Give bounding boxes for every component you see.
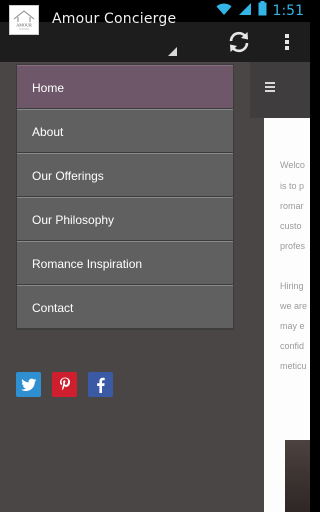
signal-icon (238, 2, 252, 21)
drawer-item-home[interactable]: Home (17, 65, 233, 109)
refresh-icon (229, 31, 249, 53)
pinterest-icon (59, 377, 70, 390)
hamburger-menu-icon[interactable] (265, 82, 275, 94)
page-text-line: is to p (280, 181, 305, 191)
app-logo[interactable]: AMOUR (9, 5, 39, 35)
page-text-line: may e (280, 321, 305, 331)
page-text-line: custo (280, 221, 302, 231)
drawer-item-about[interactable]: About (17, 109, 233, 153)
drawer-item-contact[interactable]: Contact (17, 285, 233, 329)
page-header (250, 62, 310, 118)
page-text-line: confid (280, 341, 305, 351)
app-title[interactable]: Amour Concierge (52, 11, 176, 27)
page-text-line: Welco (280, 160, 305, 170)
drawer-item-romance-inspiration[interactable]: Romance Inspiration (17, 241, 233, 285)
facebook-button[interactable] (88, 372, 113, 397)
content-photo (285, 440, 310, 512)
page-text-line: romar (280, 201, 304, 211)
pinterest-button[interactable] (52, 372, 77, 397)
page-text-line: meticu (280, 361, 307, 371)
overflow-menu-button[interactable] (279, 30, 295, 54)
drawer-item-our-offerings[interactable]: Our Offerings (17, 153, 233, 197)
twitter-icon (20, 378, 36, 391)
drawer-menu: Home About Our Offerings Our Philosophy … (16, 64, 234, 330)
status-icons: 1:51 (216, 0, 304, 22)
wifi-icon (216, 2, 232, 21)
logo-text: AMOUR (16, 23, 32, 28)
battery-icon (258, 1, 267, 21)
more-vert-icon (285, 34, 289, 50)
refresh-button[interactable] (226, 29, 252, 55)
clock: 1:51 (272, 3, 304, 19)
page-text-line: we are (280, 301, 308, 311)
spinner-indicator-icon (168, 47, 177, 56)
social-links (16, 372, 113, 397)
facebook-icon (97, 377, 105, 393)
page-text-line: Hiring (280, 281, 304, 291)
navigation-drawer: Home About Our Offerings Our Philosophy … (0, 62, 250, 512)
app-screen: 1:51 AMOUR Amour Concierge Welco is to p… (0, 0, 310, 512)
page-text-line: profes (280, 241, 306, 251)
action-bar (0, 22, 310, 63)
drawer-item-our-philosophy[interactable]: Our Philosophy (17, 197, 233, 241)
twitter-button[interactable] (16, 372, 41, 397)
